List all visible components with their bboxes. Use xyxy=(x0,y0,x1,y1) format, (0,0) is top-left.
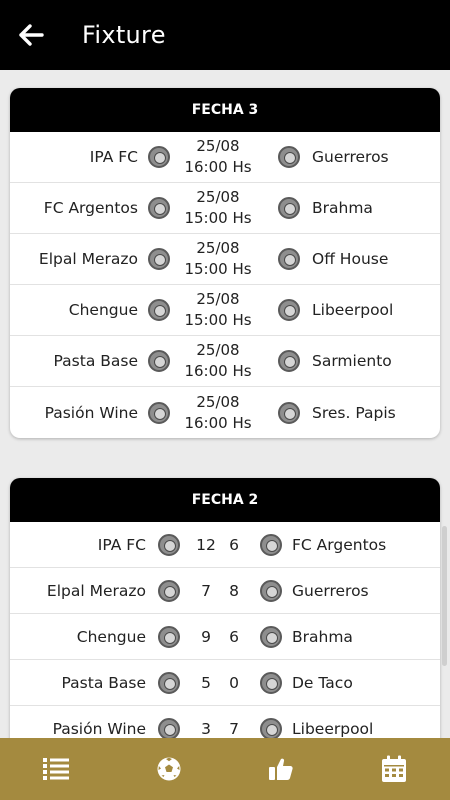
home-team-name: Elpal Merazo xyxy=(38,250,138,268)
home-team-name: Chengue xyxy=(68,301,138,319)
bottom-nav xyxy=(0,738,450,800)
home-team-name: Pasta Base xyxy=(61,673,146,692)
round-header: FECHA 3 xyxy=(10,88,440,132)
away-team-badge-icon xyxy=(278,299,300,321)
match-datetime: 25/08 15:00 Hs xyxy=(184,290,252,329)
away-team-name: De Taco xyxy=(292,673,353,692)
away-team-badge-icon xyxy=(278,248,300,270)
match-datetime: 25/08 16:00 Hs xyxy=(184,341,252,380)
match-row[interactable]: Pasión Wine 3 7 Libeerpool xyxy=(10,706,440,738)
away-team-name: Brahma xyxy=(312,199,373,217)
match-datetime: 25/08 15:00 Hs xyxy=(184,239,252,278)
soccer-ball-icon[interactable] xyxy=(149,749,189,789)
match-datetime: 25/08 15:00 Hs xyxy=(184,188,252,227)
away-team-name: Guerreros xyxy=(312,148,389,166)
home-team-badge-icon xyxy=(148,299,170,321)
home-score: 3 xyxy=(201,719,211,738)
home-team-name: Chengue xyxy=(76,627,146,646)
match-row[interactable]: Elpal Merazo 7 8 Guerreros xyxy=(10,568,440,614)
page-title: Fixture xyxy=(82,21,166,49)
away-score: 8 xyxy=(229,581,239,600)
home-team-badge-icon xyxy=(148,197,170,219)
match-row[interactable]: Chengue 25/08 15:00 Hs Libeerpool xyxy=(10,285,440,336)
match-row[interactable]: Pasta Base 5 0 De Taco xyxy=(10,660,440,706)
home-score: 7 xyxy=(201,581,211,600)
match-datetime: 25/08 16:00 Hs xyxy=(184,392,252,432)
away-score: 0 xyxy=(229,673,239,692)
home-score: 9 xyxy=(201,627,211,646)
match-row[interactable]: IPA FC 25/08 16:00 Hs Guerreros xyxy=(10,132,440,183)
home-score: 5 xyxy=(201,673,211,692)
home-team-badge-icon xyxy=(148,146,170,168)
away-score: 6 xyxy=(229,535,239,554)
round-header: FECHA 2 xyxy=(10,478,440,522)
round-card-fecha-3: FECHA 3 IPA FC 25/08 16:00 Hs Guerreros F… xyxy=(10,88,440,438)
away-team-badge-icon xyxy=(278,401,300,424)
match-datetime: 25/08 16:00 Hs xyxy=(184,137,252,176)
away-team-badge-icon xyxy=(260,625,282,648)
home-team-name: IPA FC xyxy=(97,535,146,554)
match-row[interactable]: Chengue 9 6 Brahma xyxy=(10,614,440,660)
away-team-badge-icon xyxy=(278,350,300,372)
home-team-badge-icon xyxy=(158,717,180,738)
home-team-badge-icon xyxy=(148,401,170,424)
fixture-list[interactable]: FECHA 3 IPA FC 25/08 16:00 Hs Guerreros F… xyxy=(0,70,450,738)
home-score: 12 xyxy=(196,535,216,554)
thumbs-up-icon[interactable] xyxy=(261,749,301,789)
back-arrow-icon[interactable] xyxy=(16,20,46,50)
away-team-badge-icon xyxy=(260,671,282,694)
away-team-name: FC Argentos xyxy=(292,535,387,554)
home-team-badge-icon xyxy=(158,579,180,602)
home-team-name: Elpal Merazo xyxy=(46,581,146,600)
away-team-badge-icon xyxy=(260,717,282,738)
home-team-name: FC Argentos xyxy=(43,199,138,217)
away-team-name: Sarmiento xyxy=(312,352,392,370)
away-score: 6 xyxy=(229,627,239,646)
list-icon[interactable] xyxy=(36,749,76,789)
away-team-name: Brahma xyxy=(292,627,353,646)
app-header: Fixture xyxy=(0,0,450,70)
home-team-name: Pasta Base xyxy=(53,352,138,370)
home-team-badge-icon xyxy=(148,248,170,270)
home-team-badge-icon xyxy=(158,533,180,556)
home-team-badge-icon xyxy=(148,350,170,372)
away-team-badge-icon xyxy=(260,533,282,556)
away-team-name: Libeerpool xyxy=(312,301,394,319)
round-card-fecha-2: FECHA 2 IPA FC 12 6 FC Argentos Elpal Me… xyxy=(10,478,440,738)
away-team-badge-icon xyxy=(260,579,282,602)
away-team-name: Guerreros xyxy=(292,581,369,600)
home-team-name: IPA FC xyxy=(89,148,138,166)
match-row[interactable]: FC Argentos 25/08 15:00 Hs Brahma xyxy=(10,183,440,234)
match-row[interactable]: IPA FC 12 6 FC Argentos xyxy=(10,522,440,568)
home-team-badge-icon xyxy=(158,671,180,694)
home-team-badge-icon xyxy=(158,625,180,648)
match-row[interactable]: Elpal Merazo 25/08 15:00 Hs Off House xyxy=(10,234,440,285)
home-team-name: Pasión Wine xyxy=(44,403,138,422)
scrollbar-thumb[interactable] xyxy=(442,526,447,666)
away-team-name: Off House xyxy=(312,250,389,268)
away-team-badge-icon xyxy=(278,146,300,168)
away-team-name: Sres. Papis xyxy=(312,403,396,422)
match-row[interactable]: Pasta Base 25/08 16:00 Hs Sarmiento xyxy=(10,336,440,387)
calendar-icon[interactable] xyxy=(374,749,414,789)
away-score: 7 xyxy=(229,719,239,738)
home-team-name: Pasión Wine xyxy=(52,719,146,738)
away-team-name: Libeerpool xyxy=(292,719,374,738)
away-team-badge-icon xyxy=(278,197,300,219)
match-row[interactable]: Pasión Wine 25/08 16:00 Hs Sres. Papis xyxy=(10,387,440,438)
